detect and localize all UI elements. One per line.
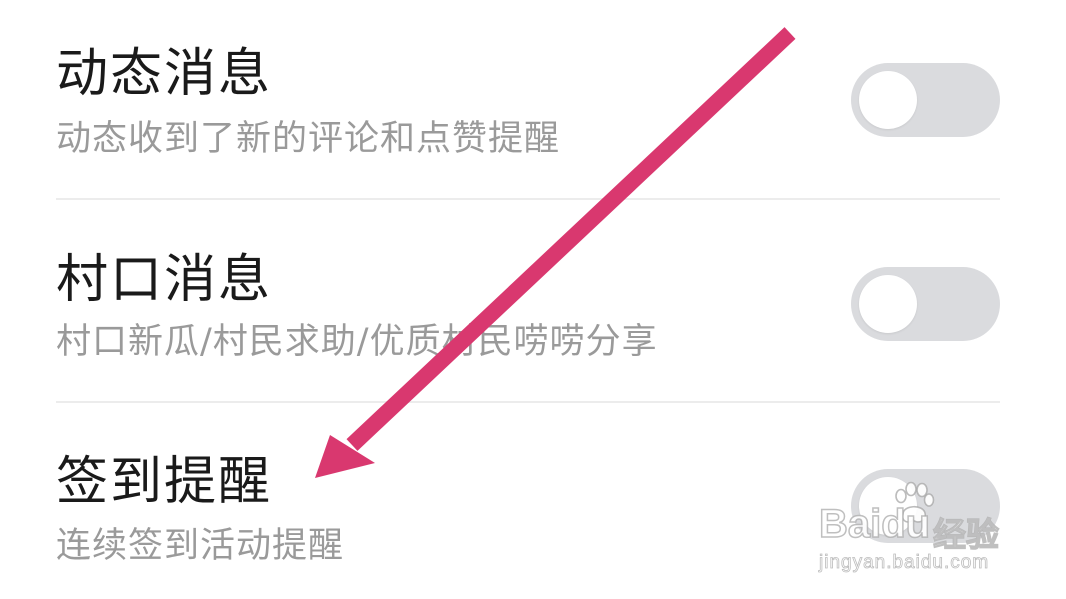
setting-row-village-messages: 村口消息 村口新瓜/村民求助/优质村民唠唠分享 [0,200,1066,402]
setting-title: 村口消息 [56,250,273,310]
toggle-knob [859,71,917,129]
dynamic-messages-toggle[interactable] [851,63,1000,137]
setting-row-dynamic-messages: 动态消息 动态收到了新的评论和点赞提醒 [0,0,1066,199]
setting-row-checkin-reminder: 签到提醒 连续签到活动提醒 [0,403,1066,599]
setting-description: 动态收到了新的评论和点赞提醒 [56,119,561,159]
setting-description: 连续签到活动提醒 [56,526,345,566]
setting-title: 签到提醒 [56,452,273,512]
notification-settings-screen: 动态消息 动态收到了新的评论和点赞提醒 村口消息 村口新瓜/村民求助/优质村民唠… [0,0,1066,599]
village-messages-toggle[interactable] [851,267,1000,341]
setting-description: 村口新瓜/村民求助/优质村民唠唠分享 [56,322,658,362]
setting-title: 动态消息 [56,44,273,104]
checkin-reminder-toggle[interactable] [851,469,1000,543]
toggle-knob [859,275,917,333]
toggle-knob [859,477,917,535]
